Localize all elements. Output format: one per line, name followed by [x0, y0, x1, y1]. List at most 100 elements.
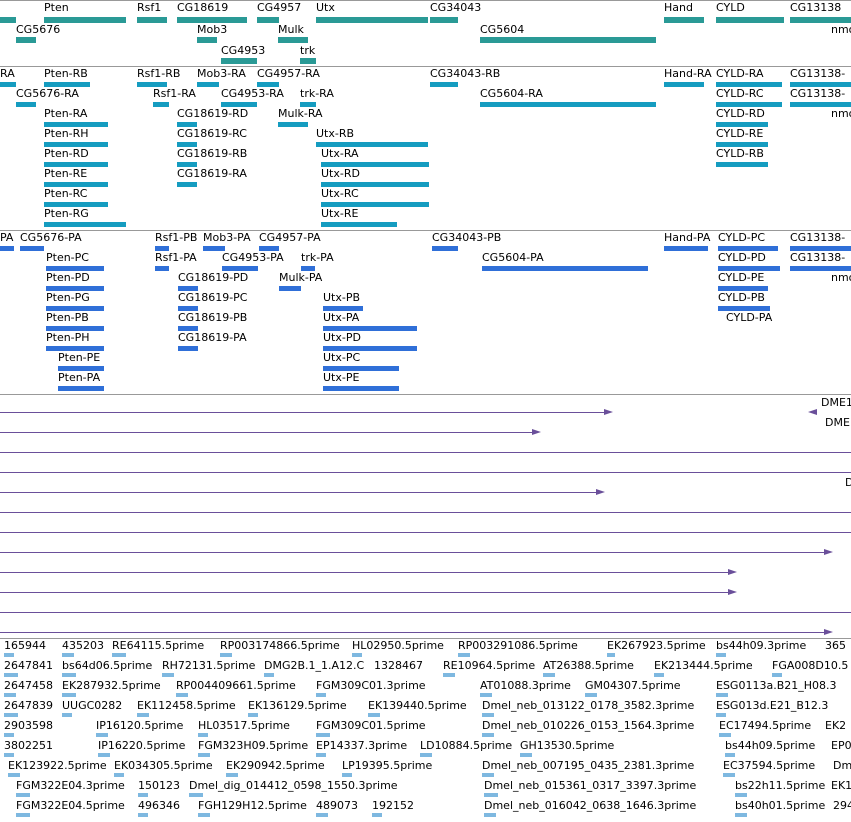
transcript-glyph[interactable] [16, 102, 36, 107]
est-label[interactable]: FGM309C01.3prime [316, 680, 426, 692]
est-glyph[interactable] [443, 673, 455, 677]
transcript-label[interactable]: RA [0, 68, 15, 80]
est-label[interactable]: EK112458.5prime [137, 700, 236, 712]
transcript-label[interactable]: CYLD-PA [726, 312, 772, 324]
est-glyph[interactable] [585, 693, 597, 697]
transcript-glyph[interactable] [790, 102, 851, 107]
est-glyph[interactable] [198, 753, 210, 757]
est-label[interactable]: RP004409661.5prime [176, 680, 296, 692]
transcript-glyph[interactable] [432, 246, 458, 251]
transcript-label[interactable]: CG4953-PA [222, 252, 284, 264]
transcript-label[interactable]: Pten-RH [44, 128, 89, 140]
est-label[interactable]: RH72131.5prime [162, 660, 255, 672]
gene-label[interactable]: Hand [664, 2, 693, 14]
est-glyph[interactable] [316, 753, 326, 757]
est-label[interactable]: 294 [833, 800, 851, 812]
transcript-label[interactable]: PA [0, 232, 13, 244]
transcript-label[interactable]: Pten-RB [44, 68, 88, 80]
est-label[interactable]: 489073 [316, 800, 358, 812]
est-glyph[interactable] [4, 653, 14, 657]
est-glyph[interactable] [138, 813, 148, 817]
est-glyph[interactable] [607, 653, 615, 657]
gene-glyph[interactable] [137, 17, 167, 23]
transcript-glyph[interactable] [300, 102, 316, 107]
est-glyph[interactable] [138, 793, 148, 797]
est-glyph[interactable] [520, 753, 532, 757]
est-label[interactable]: EK290942.5prime [226, 760, 325, 772]
est-label[interactable]: LP19395.5prime [342, 760, 432, 772]
transcript-label[interactable]: Pten-PC [46, 252, 89, 264]
gene-label[interactable]: CG4957 [257, 2, 301, 14]
transcript-label[interactable]: CG13138- [790, 68, 845, 80]
transcript-label[interactable]: Pten-PA [58, 372, 100, 384]
transcript-glyph[interactable] [46, 326, 104, 331]
est-glyph[interactable] [16, 813, 30, 817]
est-label[interactable]: EK267923.5prime [607, 640, 706, 652]
transcript-label[interactable]: CG5676-RA [16, 88, 79, 100]
est-label[interactable]: EK2 [825, 720, 846, 732]
transcript-label[interactable]: Pten-PB [46, 312, 89, 324]
est-label[interactable]: LD10884.5prime [420, 740, 512, 752]
est-label[interactable]: Dm [833, 760, 851, 772]
est-glyph[interactable] [716, 713, 726, 717]
alignment-label[interactable]: DME [825, 417, 850, 429]
est-glyph[interactable] [62, 693, 76, 697]
transcript-glyph[interactable] [0, 246, 14, 251]
est-label[interactable]: IP16220.5prime [98, 740, 185, 752]
transcript-glyph[interactable] [44, 82, 90, 87]
est-label[interactable]: IP16120.5prime [96, 720, 183, 732]
transcript-glyph[interactable] [718, 306, 770, 311]
transcript-label[interactable]: CG34043-PB [432, 232, 501, 244]
transcript-label[interactable]: CG13138- [790, 88, 845, 100]
transcript-glyph[interactable] [155, 246, 169, 251]
est-glyph[interactable] [220, 653, 232, 657]
est-label[interactable]: bs22h11.5prime [735, 780, 825, 792]
alignment-line[interactable] [0, 472, 851, 473]
gene-label[interactable]: nmo [831, 24, 851, 36]
est-label[interactable]: EK213444.5prime [654, 660, 753, 672]
transcript-label[interactable]: CG4957-RA [257, 68, 320, 80]
est-glyph[interactable] [4, 673, 18, 677]
alignment-line[interactable] [0, 592, 728, 593]
gene-label[interactable]: CG4953 [221, 45, 265, 57]
est-glyph[interactable] [114, 773, 124, 777]
transcript-label[interactable]: nmo [831, 108, 851, 120]
est-label[interactable]: 150123 [138, 780, 180, 792]
transcript-label[interactable]: CG4953-RA [221, 88, 284, 100]
est-glyph[interactable] [716, 693, 728, 697]
est-glyph[interactable] [96, 733, 108, 737]
transcript-label[interactable]: CG13138- [790, 252, 845, 264]
transcript-glyph[interactable] [58, 386, 104, 391]
est-glyph[interactable] [654, 673, 664, 677]
transcript-glyph[interactable] [203, 246, 225, 251]
est-label[interactable]: EK287932.5prime [62, 680, 161, 692]
transcript-label[interactable]: CYLD-PC [718, 232, 765, 244]
est-glyph[interactable] [4, 693, 16, 697]
est-label[interactable]: bs40h01.5prime [735, 800, 825, 812]
est-glyph[interactable] [316, 693, 326, 697]
transcript-glyph[interactable] [430, 82, 458, 87]
est-label[interactable]: Dmel_neb_007195_0435_2381.3prime [482, 760, 694, 772]
transcript-label[interactable]: Pten-PH [46, 332, 90, 344]
est-label[interactable]: 2647458 [4, 680, 53, 692]
transcript-label[interactable]: CG18619-PC [178, 292, 247, 304]
est-glyph[interactable] [372, 813, 382, 817]
transcript-glyph[interactable] [137, 82, 167, 87]
est-glyph[interactable] [198, 813, 210, 817]
transcript-glyph[interactable] [482, 266, 648, 271]
transcript-glyph[interactable] [321, 182, 429, 187]
transcript-glyph[interactable] [178, 346, 198, 351]
gene-glyph[interactable] [197, 37, 217, 43]
est-glyph[interactable] [62, 673, 76, 677]
est-glyph[interactable] [482, 713, 494, 717]
est-label[interactable]: RE10964.5prime [443, 660, 535, 672]
transcript-glyph[interactable] [177, 122, 197, 127]
transcript-label[interactable]: trk-RA [300, 88, 334, 100]
transcript-glyph[interactable] [44, 142, 108, 147]
alignment-label[interactable]: DME1 [821, 397, 851, 409]
gene-glyph[interactable] [257, 17, 279, 23]
transcript-glyph[interactable] [259, 246, 279, 251]
transcript-label[interactable]: CYLD-PB [718, 292, 765, 304]
gene-label[interactable]: CG13138 [790, 2, 841, 14]
transcript-label[interactable]: nmo [831, 272, 851, 284]
